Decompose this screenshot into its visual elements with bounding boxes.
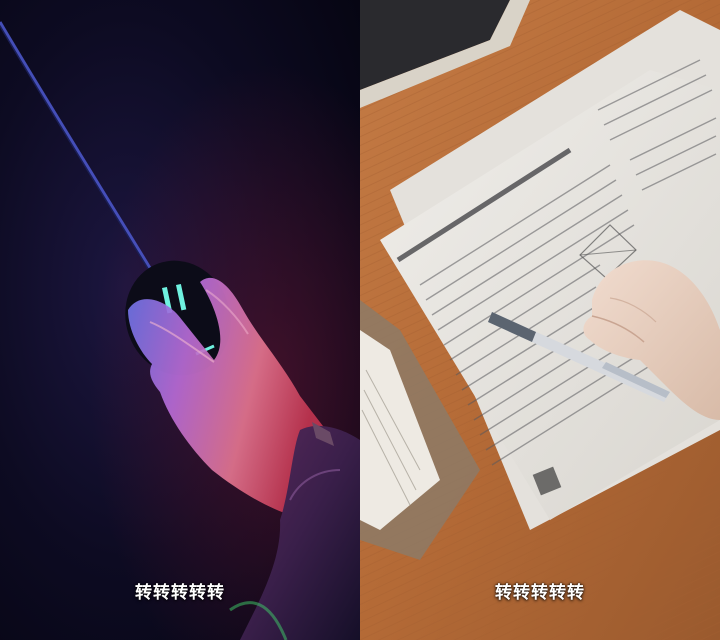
study-scene-illustration: [360, 0, 720, 640]
right-panel-study-scene: 转转转转转: [360, 0, 720, 640]
gaming-scene-illustration: [0, 0, 360, 640]
left-panel-gaming-scene: 转转转转转: [0, 0, 360, 640]
subtitle-left: 转转转转转: [135, 583, 225, 603]
subtitle-right: 转转转转转: [495, 583, 585, 603]
split-screen-frame: 转转转转转 转转转转转: [0, 0, 720, 640]
